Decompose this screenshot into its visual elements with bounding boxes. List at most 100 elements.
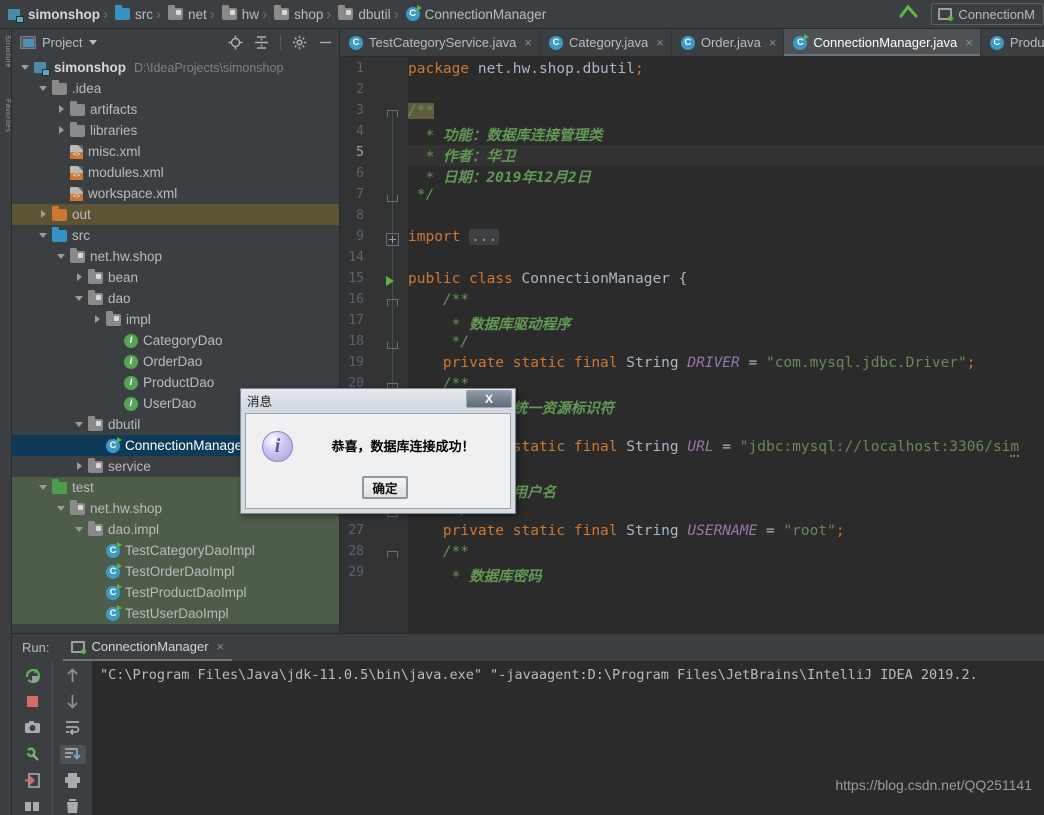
- expand-arrow-icon[interactable]: [56, 503, 67, 514]
- collapse-arrow-icon[interactable]: [56, 104, 67, 115]
- interface-icon: I: [124, 354, 138, 369]
- editor-tab-product[interactable]: C Product: [981, 29, 1044, 56]
- locate-icon[interactable]: [228, 35, 243, 50]
- breadcrumb-item-hw[interactable]: hw: [216, 0, 261, 29]
- rerun-icon[interactable]: [19, 666, 45, 685]
- fold-marker[interactable]: [386, 296, 399, 309]
- tree-item-orderdao[interactable]: I OrderDao: [12, 351, 339, 372]
- run-config-icon: [71, 640, 87, 654]
- settings-gear-icon[interactable]: [292, 35, 307, 50]
- code-line: * 日期：2019年12月2日: [425, 170, 592, 186]
- breadcrumb-separator: ›: [326, 5, 332, 23]
- class-icon: C: [549, 35, 563, 50]
- layout-icon[interactable]: [19, 797, 45, 815]
- fold-marker[interactable]: [386, 107, 399, 120]
- tree-item-testuserdaoimpl[interactable]: C TestUserDaoImpl: [12, 603, 339, 624]
- expand-import-marker[interactable]: [386, 233, 399, 246]
- run-gutter-icon[interactable]: [386, 276, 394, 286]
- collapse-arrow-icon[interactable]: [92, 314, 103, 325]
- code-editor[interactable]: 1234567891415161718192021222324252627282…: [340, 57, 1044, 633]
- expand-arrow-icon[interactable]: [74, 293, 85, 304]
- expand-arrow-icon[interactable]: [20, 62, 31, 73]
- tree-item-misc-xml[interactable]: misc.xml: [12, 141, 339, 162]
- tree-item-dao[interactable]: dao: [12, 288, 339, 309]
- tree-item-src[interactable]: src: [12, 225, 339, 246]
- collapse-all-icon[interactable]: [254, 35, 269, 50]
- editor-tab-connectionmanager-java[interactable]: C ConnectionManager.java ×: [784, 29, 981, 56]
- export-icon[interactable]: [19, 771, 45, 790]
- tree-item-net-hw-shop[interactable]: net.hw.shop: [12, 246, 339, 267]
- stop-icon[interactable]: [19, 692, 45, 711]
- tree-item-out[interactable]: out: [12, 204, 339, 225]
- hide-panel-icon[interactable]: [318, 35, 333, 50]
- tree-item-libraries[interactable]: libraries: [12, 120, 339, 141]
- expand-arrow-icon[interactable]: [38, 230, 49, 241]
- tree-item-categorydao[interactable]: I CategoryDao: [12, 330, 339, 351]
- expand-arrow-icon[interactable]: [74, 524, 85, 535]
- run-configuration-selector[interactable]: ConnectionM: [931, 3, 1044, 25]
- green-arrow-icon[interactable]: [897, 2, 921, 27]
- runnable-class-icon: C: [106, 562, 122, 579]
- collapse-arrow-icon[interactable]: [38, 209, 49, 220]
- editor-tab-order-java[interactable]: C Order.java ×: [672, 29, 785, 56]
- interface-icon: I: [124, 396, 138, 411]
- project-tree[interactable]: simonshop D:\IdeaProjects\simonshop .idea a…: [12, 56, 339, 633]
- expand-arrow-icon[interactable]: [74, 419, 85, 430]
- close-icon[interactable]: X: [466, 390, 512, 408]
- close-icon[interactable]: ×: [656, 35, 664, 50]
- run-tab-connectionmanager[interactable]: ConnectionManager ×: [63, 634, 233, 661]
- tree-item-label: service: [108, 459, 151, 474]
- breadcrumb-separator: ›: [393, 5, 399, 23]
- editor-gutter[interactable]: 1234567891415161718192021222324252627282…: [340, 57, 408, 633]
- scroll-up-icon[interactable]: [60, 666, 86, 685]
- editor-tab-testcategoryservice-java[interactable]: C TestCategoryService.java ×: [340, 29, 540, 56]
- tree-item--idea[interactable]: .idea: [12, 78, 339, 99]
- tree-item-testproductdaoimpl[interactable]: C TestProductDaoImpl: [12, 582, 339, 603]
- fold-marker[interactable]: [386, 191, 399, 204]
- fold-marker[interactable]: [386, 548, 399, 561]
- tree-item-modules-xml[interactable]: modules.xml: [12, 162, 339, 183]
- line-number: 27: [348, 523, 364, 538]
- print-icon[interactable]: [60, 771, 86, 790]
- scroll-down-icon[interactable]: [60, 692, 86, 711]
- tree-item-artifacts[interactable]: artifacts: [12, 99, 339, 120]
- screenshot-icon[interactable]: [19, 718, 45, 737]
- editor-tab-category-java[interactable]: C Category.java ×: [540, 29, 672, 56]
- dialog-body: i 恭喜，数据库连接成功！ 确定: [245, 413, 511, 509]
- collapse-arrow-icon[interactable]: [74, 461, 85, 472]
- chevron-down-icon[interactable]: [89, 40, 98, 45]
- close-icon[interactable]: ×: [217, 639, 225, 654]
- tree-item-bean[interactable]: bean: [12, 267, 339, 288]
- clear-all-icon[interactable]: [60, 797, 86, 815]
- tree-item-label: misc.xml: [88, 144, 141, 159]
- expand-arrow-icon[interactable]: [56, 251, 67, 262]
- tree-item-simonshop[interactable]: simonshop D:\IdeaProjects\simonshop: [12, 57, 339, 78]
- breadcrumb-item-dbutil[interactable]: dbutil: [332, 0, 392, 29]
- strip-tab-favorites[interactable]: Favorites: [1, 99, 11, 132]
- runnable-class-icon: C: [106, 541, 122, 558]
- tree-item-workspace-xml[interactable]: workspace.xml: [12, 183, 339, 204]
- breadcrumb-item-shop[interactable]: shop: [268, 0, 325, 29]
- ok-button[interactable]: 确定: [362, 476, 408, 499]
- expand-arrow-icon[interactable]: [38, 83, 49, 94]
- tree-item-impl[interactable]: impl: [12, 309, 339, 330]
- fold-marker[interactable]: [386, 338, 399, 351]
- strip-tab-structure[interactable]: Structure: [1, 35, 11, 68]
- breadcrumb-item-net[interactable]: net: [162, 0, 209, 29]
- expand-arrow-icon[interactable]: [38, 482, 49, 493]
- close-icon[interactable]: ×: [524, 35, 532, 50]
- dump-threads-icon[interactable]: [19, 745, 45, 764]
- collapse-arrow-icon[interactable]: [74, 272, 85, 283]
- class-icon: C: [989, 35, 1004, 50]
- close-icon[interactable]: ×: [965, 35, 973, 50]
- breadcrumb-item-src[interactable]: src: [109, 0, 155, 29]
- breadcrumb-item-simonshop[interactable]: simonshop: [0, 0, 102, 29]
- collapse-arrow-icon[interactable]: [56, 125, 67, 136]
- scroll-to-end-icon[interactable]: [59, 744, 86, 764]
- breadcrumb-item-connectionmanager[interactable]: C ConnectionManager: [400, 0, 549, 29]
- tree-item-testorderdaoimpl[interactable]: C TestOrderDaoImpl: [12, 561, 339, 582]
- tree-item-testcategorydaoimpl[interactable]: C TestCategoryDaoImpl: [12, 540, 339, 561]
- soft-wrap-icon[interactable]: [60, 718, 86, 737]
- close-icon[interactable]: ×: [769, 35, 777, 50]
- tree-item-dao-impl[interactable]: dao.impl: [12, 519, 339, 540]
